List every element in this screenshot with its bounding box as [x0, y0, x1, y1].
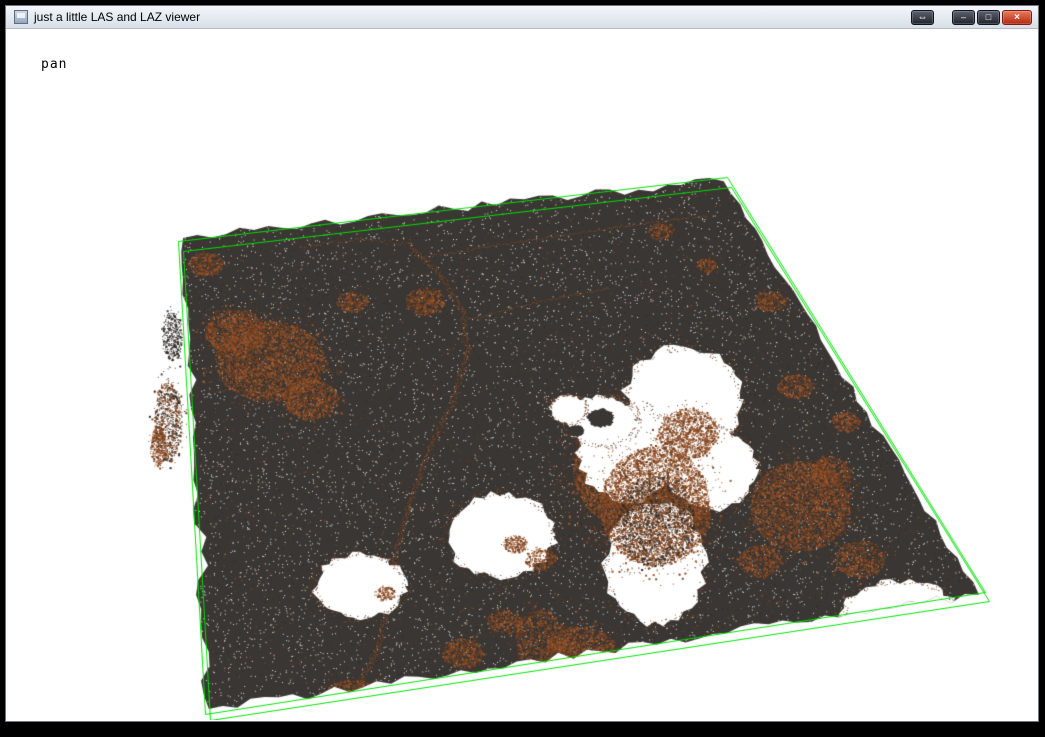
point-cloud-canvas[interactable] [6, 29, 1038, 720]
mode-label: pan [41, 57, 67, 72]
viewer-client-area: pan [6, 29, 1038, 721]
maximize-button[interactable]: □ [977, 10, 1000, 25]
close-button[interactable]: × [1002, 10, 1032, 25]
minimize-button[interactable]: – [952, 10, 975, 25]
swap-button[interactable]: ⇔ [911, 10, 934, 25]
desktop-background: just a little LAS and LAZ viewer ⇔ – □ ×… [0, 0, 1045, 737]
caption-buttons: ⇔ – □ × [909, 10, 1032, 25]
app-window: just a little LAS and LAZ viewer ⇔ – □ ×… [5, 5, 1039, 722]
title-bar[interactable]: just a little LAS and LAZ viewer ⇔ – □ × [6, 6, 1038, 29]
app-icon [14, 10, 28, 24]
window-title: just a little LAS and LAZ viewer [34, 10, 200, 24]
